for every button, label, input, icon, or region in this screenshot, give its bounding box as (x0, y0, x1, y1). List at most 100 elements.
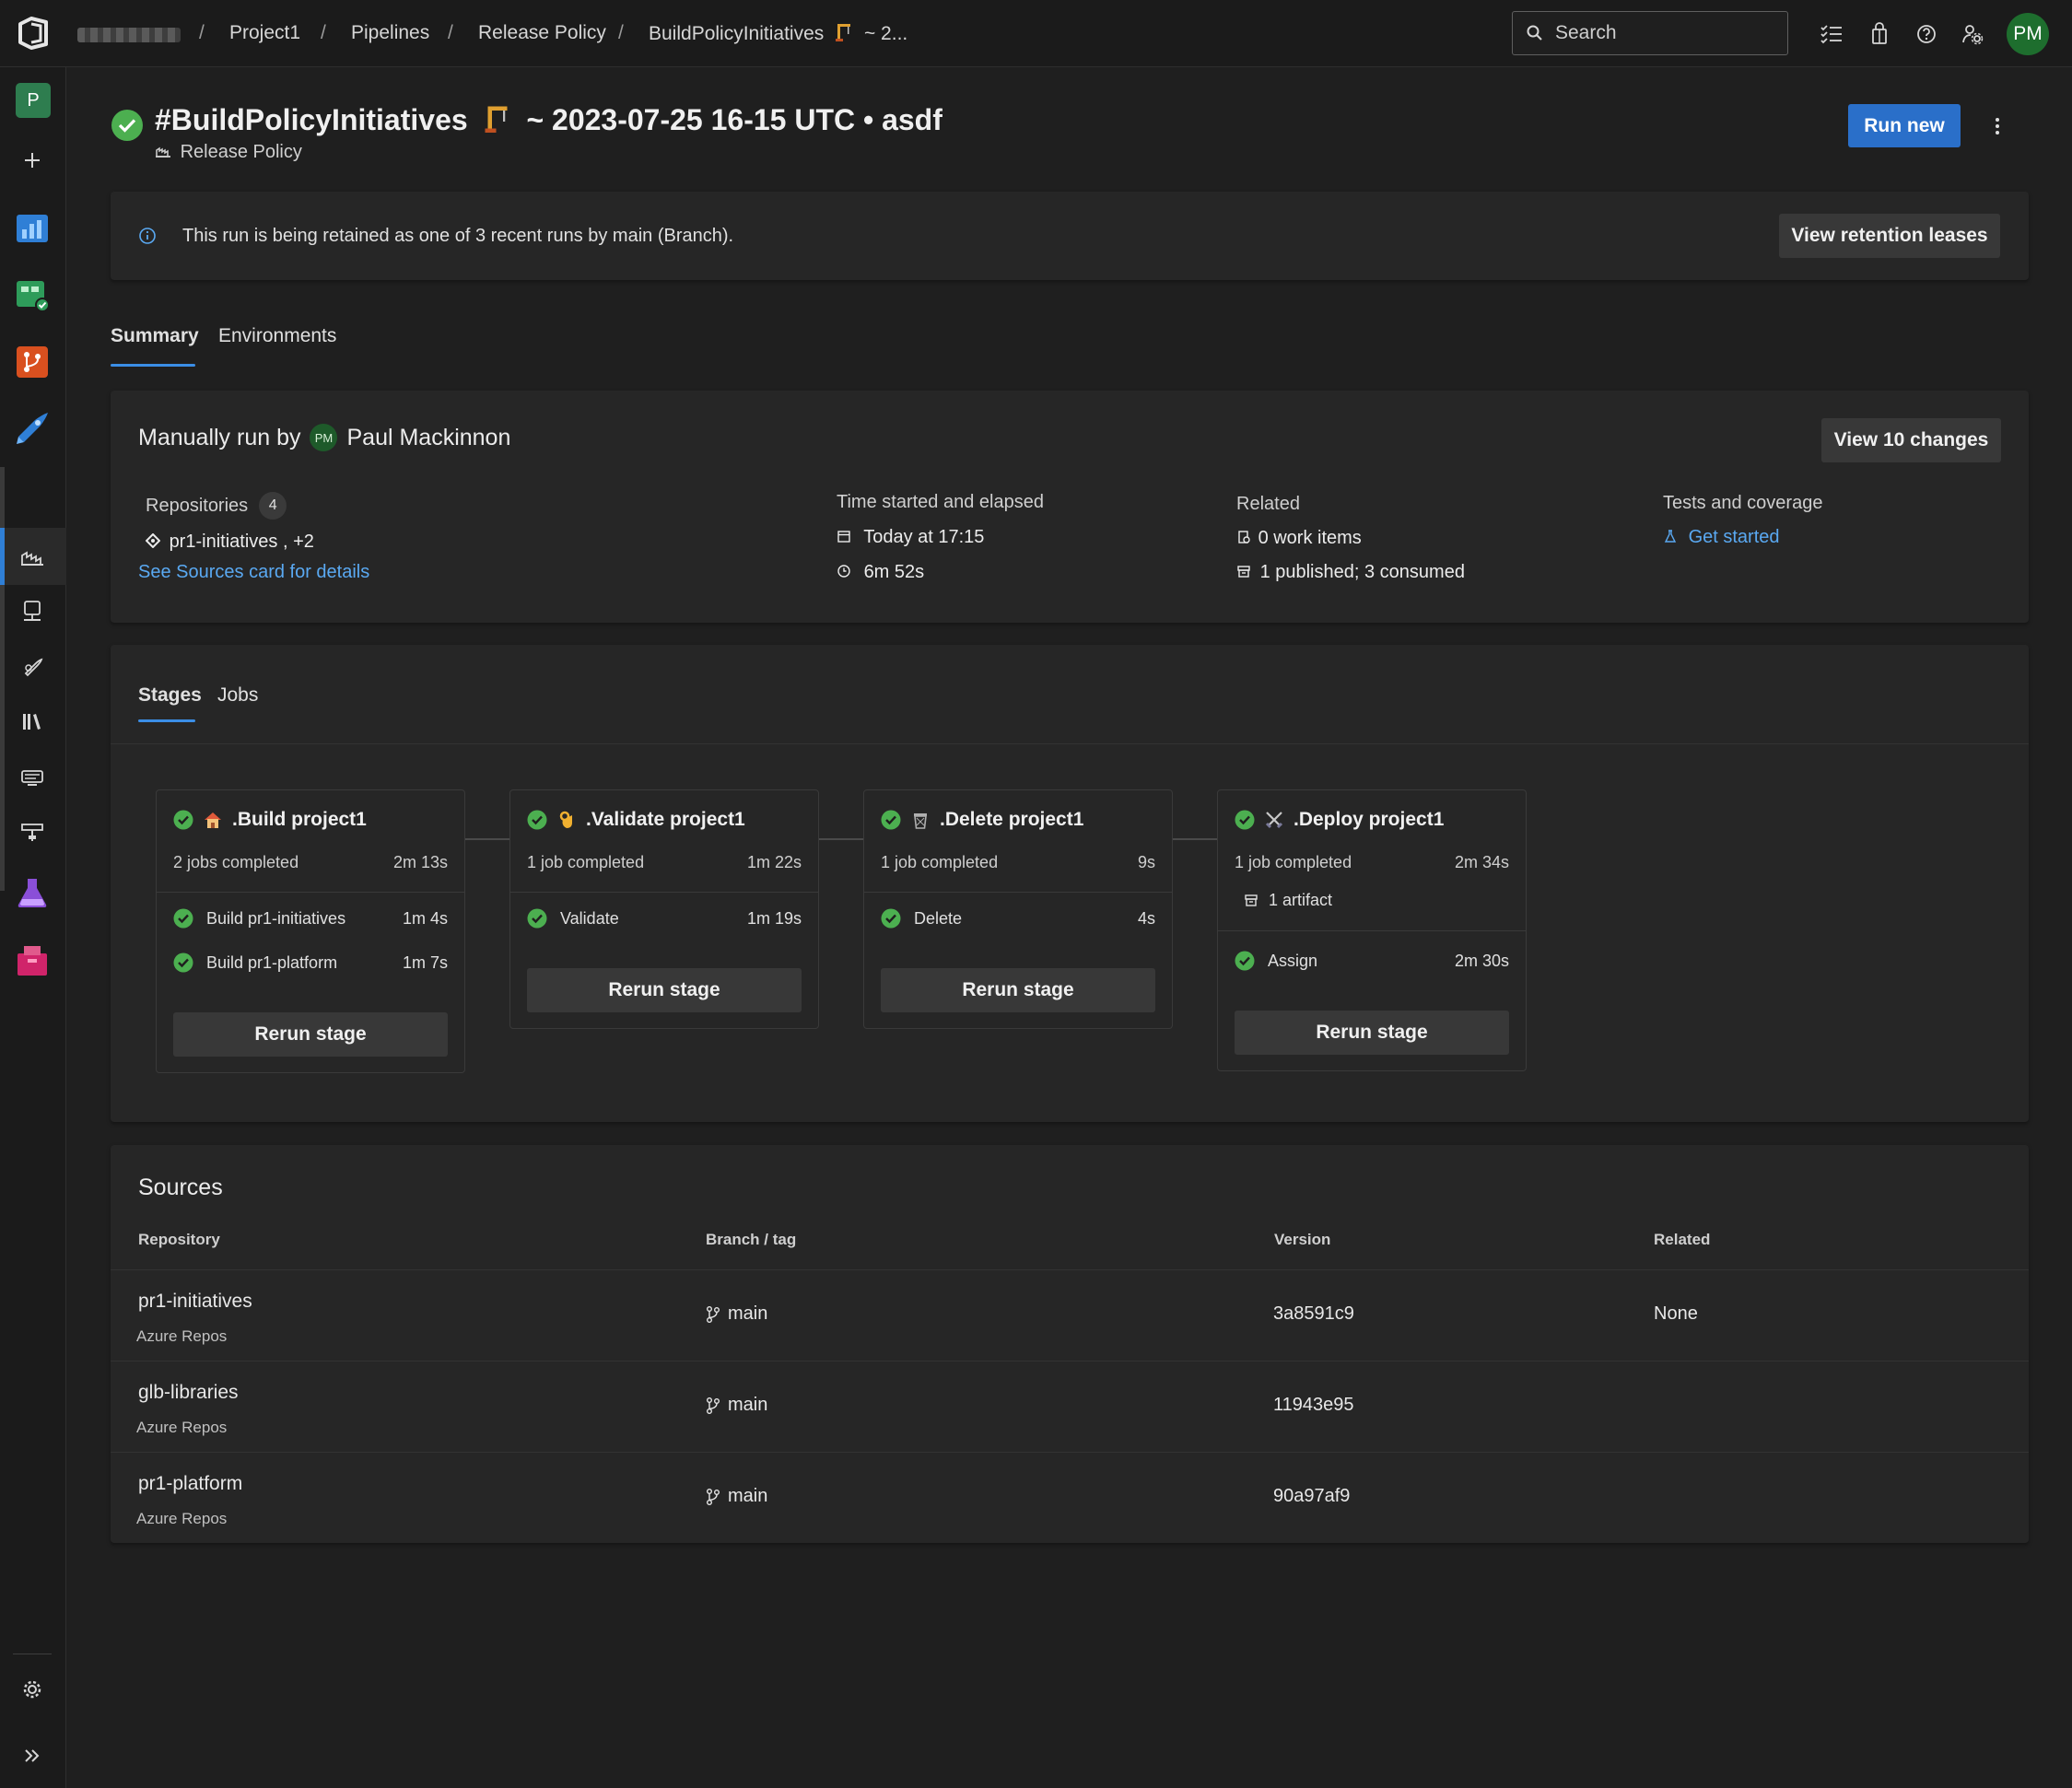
info-icon (139, 228, 156, 244)
success-check-icon (173, 952, 193, 973)
repos-icon[interactable] (13, 343, 52, 381)
stage-build[interactable]: .Build project1 2 jobs completed 2m 13s … (156, 789, 465, 1073)
stage-deploy[interactable]: .Deploy project1 1 job completed 2m 34s … (1217, 789, 1527, 1071)
stage-summary: 1 job completed (527, 853, 645, 871)
pipeline-icon (156, 146, 170, 158)
table-row[interactable]: pr1-platform Azure Repos main 90a97af9 (111, 1452, 2029, 1543)
work-item-icon (1238, 531, 1250, 543)
breadcrumb-release-policy[interactable]: Release Policy (478, 22, 606, 44)
run-title-name: #BuildPolicyInitiatives (155, 103, 468, 136)
retention-message: This run is being retained as one of 3 r… (182, 226, 734, 246)
artifacts-related[interactable]: 1 published; 3 consumed (1236, 562, 1465, 583)
breadcrumb-pipelines[interactable]: Pipelines (351, 22, 429, 44)
pipeline-link[interactable]: Release Policy (155, 142, 302, 163)
breadcrumb-run[interactable]: BuildPolicyInitiatives ~ 2... (649, 22, 907, 45)
source-version[interactable]: 3a8591c9 (1273, 1303, 1354, 1325)
manually-run-by: Manually run by PM Paul Mackinnon (138, 424, 510, 451)
rerun-stage-button[interactable]: Rerun stage (1235, 1011, 1509, 1055)
project-avatar[interactable]: P (16, 83, 51, 118)
selected-nav-indicator (0, 528, 5, 585)
success-check-icon (881, 810, 901, 830)
job-row[interactable]: Validate 1m 19s (527, 908, 802, 929)
run-new-button[interactable]: Run new (1848, 104, 1961, 147)
tab-stages-underline (138, 719, 195, 722)
table-row[interactable]: pr1-initiatives Azure Repos main 3a8591c… (111, 1269, 2029, 1361)
library-icon[interactable] (13, 703, 52, 742)
job-name: Assign (1268, 951, 1318, 970)
source-branch-name: main (728, 1395, 768, 1415)
stage-name: .Delete project1 (940, 809, 1084, 830)
table-row[interactable]: glb-libraries Azure Repos main 11943e95 (111, 1361, 2029, 1452)
retention-banner: This run is being retained as one of 3 r… (111, 192, 2029, 280)
stage-artifact[interactable]: 1 artifact (1244, 891, 1332, 910)
source-version[interactable]: 90a97af9 (1273, 1486, 1350, 1507)
stage-delete[interactable]: .Delete project1 1 job completed 9s Dele… (863, 789, 1173, 1029)
test-plans-icon[interactable] (13, 873, 52, 912)
manually-run-by-label: Manually run by (138, 424, 301, 450)
task-groups-icon[interactable] (13, 758, 52, 797)
search-input[interactable] (1555, 21, 1776, 45)
add-icon[interactable] (13, 141, 52, 180)
overview-icon[interactable] (13, 209, 52, 248)
search-box[interactable] (1512, 11, 1788, 55)
stage-meta: 1 job completed 9s (881, 853, 1155, 872)
run-by-user-name[interactable]: Paul Mackinnon (346, 425, 510, 451)
rerun-stage-button[interactable]: Rerun stage (881, 968, 1155, 1012)
tab-stages[interactable]: Stages (138, 684, 202, 707)
flask-icon (1664, 530, 1677, 543)
azure-devops-logo-icon[interactable] (13, 13, 53, 53)
pipelines-icon[interactable] (13, 409, 52, 448)
tests-get-started-link: Get started (1688, 527, 1780, 547)
environments-icon[interactable] (13, 592, 52, 631)
source-branch[interactable]: main (706, 1303, 767, 1325)
tab-summary[interactable]: Summary (111, 325, 199, 347)
marketplace-bag-icon[interactable] (1866, 20, 1893, 48)
organization-name-redacted[interactable] (77, 28, 181, 42)
time-started: Today at 17:15 (837, 527, 984, 548)
help-icon[interactable] (1913, 20, 1940, 48)
user-avatar[interactable]: PM (2007, 13, 2049, 55)
rerun-stage-button[interactable]: Rerun stage (527, 968, 802, 1012)
project-settings-gear-icon[interactable] (13, 1670, 52, 1709)
source-branch[interactable]: main (706, 1395, 767, 1416)
source-repo-name[interactable]: pr1-initiatives (138, 1291, 252, 1313)
view-changes-button[interactable]: View 10 changes (1821, 418, 2001, 462)
expand-chevrons-icon[interactable] (13, 1736, 52, 1775)
source-repo-name[interactable]: pr1-platform (138, 1473, 242, 1495)
releases-icon[interactable] (13, 648, 52, 686)
repositories-section: Repositories 4 (146, 492, 287, 520)
source-version[interactable]: 11943e95 (1273, 1395, 1354, 1416)
work-items-checklist-icon[interactable] (1818, 20, 1845, 48)
repository-summary: pr1-initiatives , +2 (145, 532, 314, 553)
column-header-related: Related (1654, 1231, 1711, 1248)
breadcrumb-project[interactable]: Project1 (229, 22, 300, 44)
deployment-groups-icon[interactable] (13, 813, 52, 852)
see-sources-link[interactable]: See Sources card for details (138, 562, 369, 583)
job-name: Build pr1-initiatives (206, 908, 346, 928)
tab-environments[interactable]: Environments (218, 325, 336, 347)
source-branch-name: main (728, 1486, 768, 1506)
boards-icon[interactable] (13, 275, 52, 314)
rerun-stage-button[interactable]: Rerun stage (173, 1012, 448, 1057)
repo-primary-name[interactable]: pr1-initiatives (170, 532, 278, 552)
view-retention-leases-button[interactable]: View retention leases (1779, 214, 2000, 258)
run-title: #BuildPolicyInitiatives ~ 2023-07-25 16-… (155, 103, 942, 137)
stage-header: .Delete project1 (881, 809, 1083, 831)
job-row[interactable]: Build pr1-initiatives 1m 4s (173, 908, 448, 929)
more-actions-icon[interactable] (1986, 111, 2008, 142)
stage-validate[interactable]: .Validate project1 1 job completed 1m 22… (509, 789, 819, 1029)
source-repo-name[interactable]: glb-libraries (138, 1382, 239, 1404)
job-row[interactable]: Delete 4s (881, 908, 1155, 929)
work-items[interactable]: 0 work items (1236, 528, 1362, 549)
branch-icon (707, 1305, 720, 1323)
artifacts-icon[interactable] (13, 941, 52, 979)
stage-header: .Build project1 (173, 809, 367, 831)
pipelines-sub-icon[interactable] (13, 537, 52, 576)
source-branch[interactable]: main (706, 1486, 767, 1507)
user-settings-icon[interactable] (1959, 20, 1986, 48)
job-name: Delete (914, 908, 963, 928)
job-row[interactable]: Assign 2m 30s (1235, 951, 1509, 971)
tab-jobs[interactable]: Jobs (217, 684, 258, 707)
job-row[interactable]: Build pr1-platform 1m 7s (173, 952, 448, 973)
tests-get-started[interactable]: Get started (1663, 527, 1780, 548)
